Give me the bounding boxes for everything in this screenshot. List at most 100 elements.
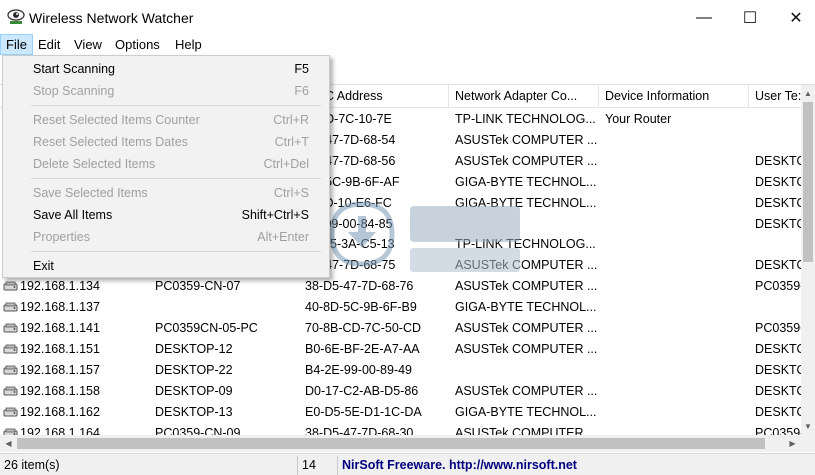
cell-adapter: ASUSTek COMPUTER ... <box>455 258 598 273</box>
cell-ip: 192.168.1.157 <box>20 362 100 377</box>
cell-user-text: DESKTO <box>755 362 801 377</box>
menu-separator <box>31 105 321 106</box>
menu-bar: File Edit View Options Help <box>0 34 815 55</box>
table-row[interactable]: 192.168.1.162 DESKTOP-13 E0-D5-5E-D1-1C-DA… <box>0 402 801 423</box>
vertical-scroll-thumb[interactable] <box>803 102 813 262</box>
vertical-scrollbar[interactable]: ▲ ▼ <box>801 85 815 435</box>
menu-view[interactable]: View <box>69 34 107 55</box>
cell-device-info <box>605 214 749 235</box>
cell-mac: 38-D5-47-7D-68-30 <box>305 425 414 436</box>
menu-separator <box>31 251 321 252</box>
cell-device-info <box>605 381 749 402</box>
menu-item-stop-scanning[interactable]: Stop Scanning F6 <box>3 80 329 102</box>
cell-user-text <box>755 109 801 130</box>
cell-device-info <box>605 402 749 423</box>
cell-device-name: PC0359-CN-07 <box>155 279 241 294</box>
cell-user-text: DESKTO <box>755 216 801 231</box>
menu-item-reset-counter[interactable]: Reset Selected Items Counter Ctrl+R <box>3 109 329 131</box>
cell-device-info <box>605 255 749 276</box>
cell-mac: 40-8D-5C-9B-6F-B9 <box>305 300 417 315</box>
column-header-device-info[interactable]: Device Information <box>599 85 749 108</box>
cell-ip: 192.168.1.162 <box>20 404 100 419</box>
menu-options[interactable]: Options <box>110 34 165 55</box>
menu-item-start-scanning[interactable]: Start Scanning F5 <box>3 58 329 80</box>
cell-device-info <box>605 276 749 297</box>
cell-adapter: GIGA-BYTE TECHNOL... <box>455 195 597 210</box>
table-row[interactable]: 192.168.1.157 DESKTOP-22 B4-2E-99-00-89-49… <box>0 360 801 381</box>
cell-adapter <box>455 360 599 381</box>
cell-device-info <box>605 151 749 172</box>
cell-user-text <box>755 297 801 318</box>
cell-device-info <box>605 423 749 436</box>
menu-file[interactable]: File <box>0 34 33 55</box>
cell-adapter: TP-LINK TECHNOLOG... <box>455 237 596 252</box>
cell-user-text <box>755 130 801 151</box>
cell-ip: 192.168.1.137 <box>20 300 100 315</box>
network-device-icon <box>3 365 18 375</box>
cell-device-name <box>155 297 300 318</box>
menu-item-save-all[interactable]: Save All Items Shift+Ctrl+S <box>3 204 329 226</box>
horizontal-scrollbar[interactable]: ◀ ▶ <box>0 435 801 452</box>
table-row[interactable]: 192.168.1.137 40-8D-5C-9B-6F-B9 GIGA-BYTE … <box>0 297 801 318</box>
menu-item-properties[interactable]: Properties Alt+Enter <box>3 226 329 248</box>
cell-device-info <box>605 172 749 193</box>
menu-edit[interactable]: Edit <box>33 34 65 55</box>
menu-item-reset-dates[interactable]: Reset Selected Items Dates Ctrl+T <box>3 131 329 153</box>
window-title: Wireless Network Watcher <box>29 10 194 26</box>
cell-device-info <box>605 297 749 318</box>
cell-adapter: GIGA-BYTE TECHNOL... <box>455 174 597 189</box>
scroll-left-arrow-icon[interactable]: ◀ <box>0 435 17 452</box>
menu-help[interactable]: Help <box>170 34 207 55</box>
cell-user-text: PC0359C <box>755 321 801 335</box>
cell-mac: B4-2E-99-00-89-49 <box>305 362 413 377</box>
network-device-icon <box>3 386 18 396</box>
column-header-adapter[interactable]: Network Adapter Co... <box>449 85 599 108</box>
scroll-down-arrow-icon[interactable]: ▼ <box>801 418 815 435</box>
horizontal-scroll-thumb[interactable] <box>17 438 765 449</box>
cell-adapter: ASUSTek COMPUTER ... <box>455 425 598 436</box>
cell-user-text: DESKTO <box>755 383 801 398</box>
network-device-icon <box>3 323 18 333</box>
cell-adapter: TP-LINK TECHNOLOG... <box>455 112 596 126</box>
maximize-button[interactable]: ☐ <box>727 0 773 36</box>
table-row[interactable]: 192.168.1.151 DESKTOP-12 B0-6E-BF-2E-A7-AA… <box>0 339 801 360</box>
cell-ip: 192.168.1.164 <box>20 425 100 436</box>
table-row[interactable]: 192.168.1.158 DESKTOP-09 D0-17-C2-AB-D5-86… <box>0 381 801 402</box>
close-button[interactable]: ✕ <box>773 0 815 36</box>
status-item-count: 26 item(s) <box>0 456 298 475</box>
nirsoft-link[interactable]: NirSoft Freeware. http://www.nirsoft.net <box>338 456 815 475</box>
cell-device-info <box>605 234 749 255</box>
cell-adapter: ASUSTek COMPUTER ... <box>455 321 598 335</box>
cell-device-name: DESKTOP-12 <box>155 341 233 356</box>
file-menu-dropdown: Start Scanning F5 Stop Scanning F6 Reset S… <box>2 55 330 278</box>
cell-device-info <box>605 318 749 339</box>
status-bar: 26 item(s) 14 NirSoft Freeware. http://w… <box>0 453 815 475</box>
cell-user-text <box>755 234 801 255</box>
table-row[interactable]: 192.168.1.141 PC0359CN-05-PC 70-8B-CD-7C-5… <box>0 318 801 339</box>
cell-adapter: GIGA-BYTE TECHNOL... <box>455 404 597 419</box>
cell-device-name: PC0359-CN-09 <box>155 425 241 436</box>
table-row[interactable]: 192.168.1.134 PC0359-CN-07 38-D5-47-7D-68-… <box>0 276 801 297</box>
menu-item-delete-selected[interactable]: Delete Selected Items Ctrl+Del <box>3 153 329 175</box>
scroll-up-arrow-icon[interactable]: ▲ <box>801 85 815 102</box>
column-header-user-text[interactable]: User Te: <box>749 85 801 108</box>
minimize-button[interactable]: — <box>681 0 727 36</box>
cell-mac: E0-D5-5E-D1-1C-DA <box>305 404 422 419</box>
cell-device-info <box>605 360 749 381</box>
cell-device-name: PC0359CN-05-PC <box>155 321 258 335</box>
cell-user-text: PC0359- <box>755 279 801 294</box>
scrollbar-corner <box>801 435 815 452</box>
cell-user-text: DESKTO <box>755 195 801 210</box>
cell-device-info <box>605 130 749 151</box>
menu-item-save-selected[interactable]: Save Selected Items Ctrl+S <box>3 182 329 204</box>
table-row[interactable]: 192.168.1.164 PC0359-CN-09 38-D5-47-7D-68-… <box>0 423 801 436</box>
cell-adapter: ASUSTek COMPUTER ... <box>455 153 598 168</box>
scroll-right-arrow-icon[interactable]: ▶ <box>784 435 801 452</box>
cell-user-text: DESKTO <box>755 153 801 168</box>
cell-adapter: ASUSTek COMPUTER ... <box>455 279 598 294</box>
menu-item-exit[interactable]: Exit <box>3 255 329 277</box>
cell-mac: 38-D5-47-7D-68-76 <box>305 279 414 294</box>
title-bar: Wireless Network Watcher — ☐ ✕ <box>0 0 815 36</box>
network-device-icon <box>3 281 18 291</box>
cell-ip: 192.168.1.141 <box>20 321 100 335</box>
